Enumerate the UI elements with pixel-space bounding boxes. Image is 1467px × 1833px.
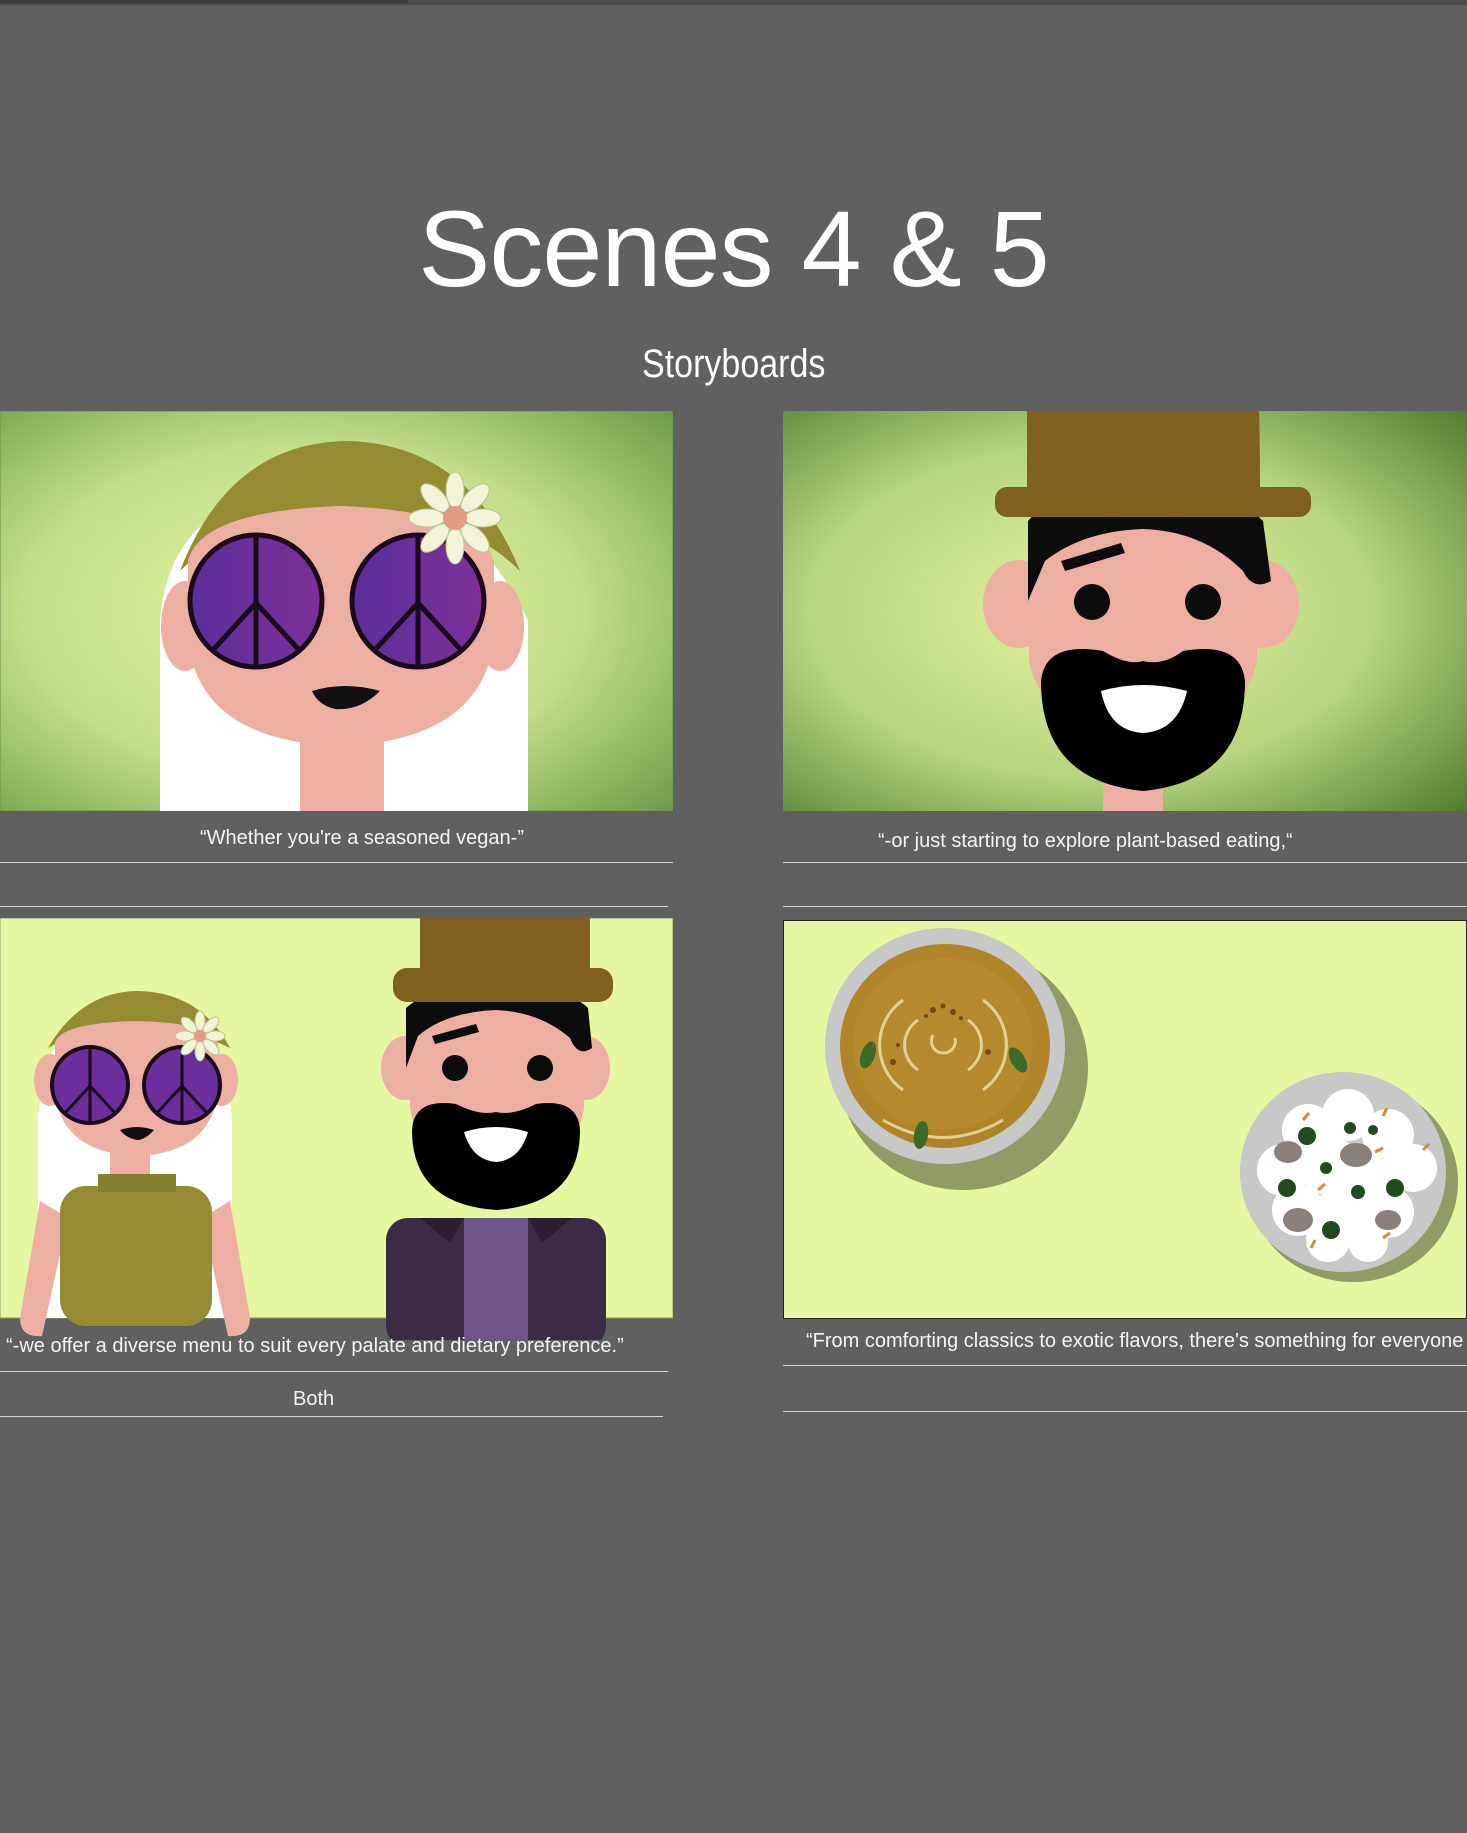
panel-4-note-rule bbox=[783, 1411, 1467, 1412]
top-toolbar-segment bbox=[0, 0, 408, 3]
page-title: Scenes 4 & 5 bbox=[418, 188, 1049, 309]
storyboard-panel-1[interactable] bbox=[0, 411, 673, 811]
panel-1-caption-rule bbox=[0, 862, 673, 863]
page-subtitle: Storyboards bbox=[642, 342, 826, 386]
panel-3-caption: “-we offer a diverse menu to suit every … bbox=[6, 1335, 624, 1357]
bearded-man-illustration bbox=[783, 411, 1467, 811]
panel-2-caption-rule bbox=[783, 862, 1467, 863]
panel-1-caption: “Whether you're a seasoned vegan-” bbox=[200, 827, 524, 849]
panel-2-note-rule bbox=[783, 906, 1467, 907]
panel-3-note: Both bbox=[293, 1388, 335, 1410]
panel-3-note-rule bbox=[0, 1416, 663, 1417]
panel-2-caption: “-or just starting to explore plant-base… bbox=[878, 830, 1293, 852]
panel-4-caption: “From comforting classics to exotic flav… bbox=[806, 1330, 1464, 1352]
panel-4-caption-rule bbox=[783, 1365, 1467, 1366]
top-toolbar-strip bbox=[0, 0, 1467, 5]
panel-3-caption-rule bbox=[0, 1371, 668, 1372]
storyboard-panel-4[interactable] bbox=[783, 920, 1467, 1319]
panel-1-note-rule bbox=[0, 906, 668, 907]
storyboard-panel-3[interactable] bbox=[0, 918, 673, 1340]
hippie-woman-illustration bbox=[0, 411, 673, 811]
food-bowls-illustration bbox=[783, 920, 1467, 1319]
storyboard-panel-2[interactable] bbox=[783, 411, 1467, 811]
both-characters-illustration bbox=[0, 918, 673, 1340]
